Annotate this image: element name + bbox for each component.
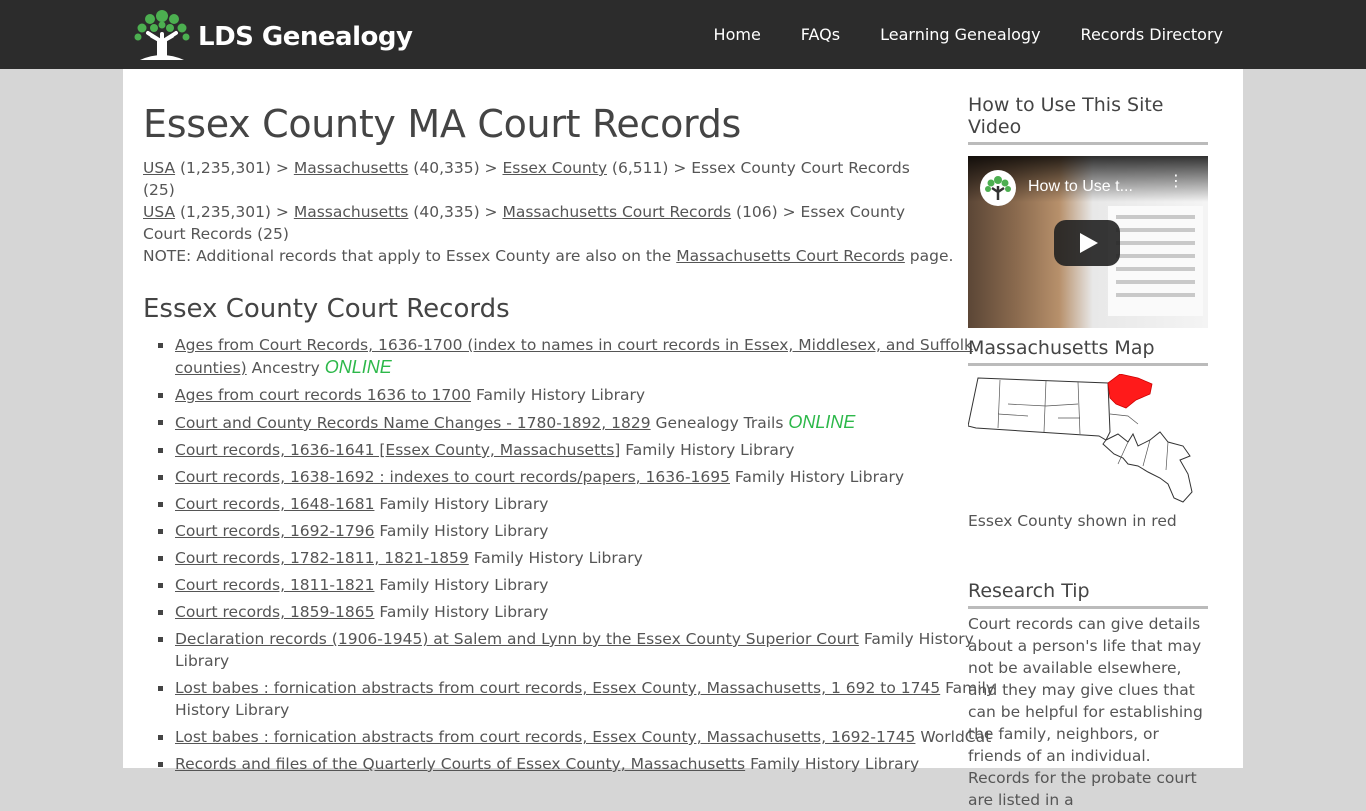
breadcrumb-link-massachusetts[interactable]: Massachusetts xyxy=(294,203,409,221)
record-link[interactable]: Court records, 1811-1821 xyxy=(175,576,374,594)
record-link[interactable]: Court records, 1638-1692 : indexes to co… xyxy=(175,468,730,486)
record-source: Ancestry xyxy=(251,359,320,377)
record-list-item: Court records, 1648-1681 Family History … xyxy=(158,493,1005,515)
tree-logo-icon xyxy=(134,10,190,60)
breadcrumb-count: (40,335) > xyxy=(408,159,503,177)
nav-home[interactable]: Home xyxy=(714,25,761,44)
nav-learning-genealogy[interactable]: Learning Genealogy xyxy=(880,25,1040,44)
record-source: Genealogy Trails xyxy=(655,414,784,432)
record-list-item: Court records, 1636-1641 [Essex County, … xyxy=(158,439,1005,461)
record-source: Family History Library xyxy=(473,549,643,567)
essex-county-highlight xyxy=(1107,373,1153,409)
record-source: Family History Library xyxy=(475,386,646,404)
breadcrumb-count: (6,511) > xyxy=(607,159,692,177)
note-text-suffix: page. xyxy=(904,247,954,265)
page-content: Essex County MA Court Records USA (1,235… xyxy=(123,69,1243,809)
channel-avatar-icon xyxy=(980,170,1016,206)
video-title[interactable]: How to Use t... xyxy=(1028,178,1133,196)
record-link[interactable]: Court records, 1782-1811, 1821-1859 xyxy=(175,549,469,567)
online-badge: ONLINE xyxy=(788,412,856,432)
record-link[interactable]: Records and files of the Quarterly Court… xyxy=(175,755,745,773)
breadcrumb-count: (106) > xyxy=(731,203,801,221)
map-caption: Essex County shown in red xyxy=(968,512,1177,530)
video-heading: How to Use This Site Video xyxy=(968,94,1208,145)
record-link[interactable]: Court and County Records Name Changes - … xyxy=(175,414,651,432)
record-list-item: Court records, 1859-1865 Family History … xyxy=(158,601,1005,623)
record-list-item: Ages from court records 1636 to 1700 Fam… xyxy=(158,384,1005,406)
breadcrumb-link-usa[interactable]: USA xyxy=(143,203,175,221)
massachusetts-map xyxy=(967,373,1208,508)
logo-text: LDS Genealogy xyxy=(198,22,413,52)
record-link[interactable]: Court records, 1859-1865 xyxy=(175,603,374,621)
record-list-item: Declaration records (1906-1945) at Salem… xyxy=(158,628,1005,672)
play-button-icon[interactable] xyxy=(1054,220,1120,266)
breadcrumbs: USA (1,235,301) > Massachusetts (40,335)… xyxy=(143,157,913,245)
record-link[interactable]: Lost babes : fornication abstracts from … xyxy=(175,728,915,746)
record-list-item: Lost babes : fornication abstracts from … xyxy=(158,726,1005,748)
record-source: Family History Library xyxy=(379,603,549,621)
record-source: Family History Library xyxy=(379,522,549,540)
nav-faqs[interactable]: FAQs xyxy=(801,25,840,44)
research-tip-heading: Research Tip xyxy=(968,580,1208,609)
site-logo[interactable]: LDS Genealogy xyxy=(132,6,413,62)
record-list-item: Court records, 1811-1821 Family History … xyxy=(158,574,1005,596)
record-link[interactable]: Ages from court records 1636 to 1700 xyxy=(175,386,471,404)
record-source: Family History Library xyxy=(379,576,549,594)
section-title: Essex County Court Records xyxy=(143,294,510,324)
breadcrumb-count: (1,235,301) > xyxy=(175,159,294,177)
breadcrumb: USA (1,235,301) > Massachusetts (40,335)… xyxy=(143,201,913,245)
research-tip-text: Court records can give details about a p… xyxy=(968,615,1203,809)
record-list-item: Court records, 1638-1692 : indexes to co… xyxy=(158,466,1005,488)
video-thumbnail-panel xyxy=(1108,206,1203,316)
breadcrumb-count: (40,335) > xyxy=(408,203,503,221)
breadcrumb-link-essex-county[interactable]: Essex County xyxy=(502,159,607,177)
video-player[interactable]: How to Use t... ⋮ xyxy=(968,156,1208,328)
note-text: NOTE: Additional records that apply to E… xyxy=(143,247,677,265)
record-list-item: Lost babes : fornication abstracts from … xyxy=(158,677,1005,721)
breadcrumb-count: (1,235,301) > xyxy=(175,203,294,221)
main-nav: Home FAQs Learning Genealogy Records Dir… xyxy=(674,0,1223,69)
note-link-massachusetts-court-records[interactable]: Massachusetts Court Records xyxy=(676,247,905,265)
record-link[interactable]: Declaration records (1906-1945) at Salem… xyxy=(175,630,859,648)
record-source: Family History Library xyxy=(625,441,795,459)
breadcrumb-link-massachusetts[interactable]: Massachusetts xyxy=(294,159,409,177)
nav-records-directory[interactable]: Records Directory xyxy=(1081,25,1223,44)
breadcrumb-link-usa[interactable]: USA xyxy=(143,159,175,177)
note-paragraph: NOTE: Additional records that apply to E… xyxy=(143,245,963,267)
video-menu-icon[interactable]: ⋮ xyxy=(1168,173,1184,189)
record-source: Family History Library xyxy=(750,755,920,773)
record-list-item: Court records, 1782-1811, 1821-1859 Fami… xyxy=(158,547,1005,569)
record-list-item: Records and files of the Quarterly Court… xyxy=(158,753,1005,775)
record-list-item: Court records, 1692-1796 Family History … xyxy=(158,520,1005,542)
record-link[interactable]: Court records, 1692-1796 xyxy=(175,522,374,540)
records-list: Ages from Court Records, 1636-1700 (inde… xyxy=(143,334,1005,780)
record-list-item: Ages from Court Records, 1636-1700 (inde… xyxy=(158,334,1005,379)
record-source: Family History Library xyxy=(734,468,904,486)
record-link[interactable]: Court records, 1648-1681 xyxy=(175,495,374,513)
top-navigation-bar: LDS Genealogy Home FAQs Learning Genealo… xyxy=(0,0,1366,69)
record-source: Family History Library xyxy=(379,495,549,513)
massachusetts-map-image xyxy=(967,373,1193,503)
record-link[interactable]: Lost babes : fornication abstracts from … xyxy=(175,679,940,697)
breadcrumb-link-massachusetts-court-records[interactable]: Massachusetts Court Records xyxy=(502,203,731,221)
record-link[interactable]: Court records, 1636-1641 [Essex County, … xyxy=(175,441,620,459)
online-badge: ONLINE xyxy=(324,357,392,377)
page-title: Essex County MA Court Records xyxy=(143,102,742,146)
breadcrumb: USA (1,235,301) > Massachusetts (40,335)… xyxy=(143,157,913,201)
map-heading: Massachusetts Map xyxy=(968,337,1208,366)
sidebar: How to Use This Site Video How to Use t.… xyxy=(967,69,1208,811)
record-list-item: Court and County Records Name Changes - … xyxy=(158,411,1005,434)
